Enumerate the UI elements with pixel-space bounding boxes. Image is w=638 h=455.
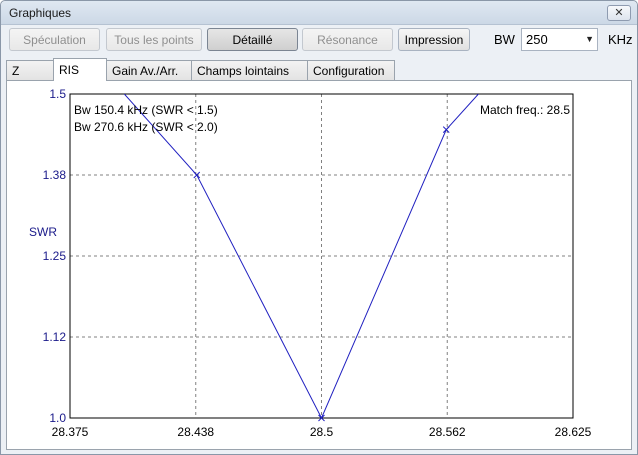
graphiques-window: Graphiques ✕ Spéculation Tous les points… xyxy=(0,0,638,455)
title-bar[interactable]: Graphiques ✕ xyxy=(1,1,637,25)
tab-far-field[interactable]: Champs lointains xyxy=(191,60,308,80)
detailed-button[interactable]: Détaillé xyxy=(207,28,298,51)
print-button[interactable]: Impression xyxy=(398,28,470,51)
close-icon: ✕ xyxy=(614,6,624,19)
tab-configuration[interactable]: Configuration xyxy=(307,60,395,80)
resonance-button[interactable]: Résonance xyxy=(302,28,393,51)
bw-annotation-2: Bw 270.6 kHz (SWR < 2.0) xyxy=(74,120,218,134)
x-tick-label: 28.562 xyxy=(429,425,466,439)
x-tick-label: 28.5 xyxy=(310,425,334,439)
x-tick-label: 28.625 xyxy=(555,425,592,439)
all-points-button[interactable]: Tous les points xyxy=(106,28,202,51)
y-tick-label: 1.25 xyxy=(43,249,67,263)
close-button[interactable]: ✕ xyxy=(607,5,631,21)
y-axis-label: SWR xyxy=(29,225,57,239)
dropdown-arrow-icon: ▼ xyxy=(585,34,594,44)
bw-label: BW xyxy=(494,32,515,47)
tab-z[interactable]: Z xyxy=(6,60,54,80)
tab-strip: Z RIS Gain Av./Arr. Champs lointains Con… xyxy=(6,58,636,81)
y-tick-label: 1.0 xyxy=(49,411,66,425)
x-tick-label: 28.438 xyxy=(177,425,214,439)
bw-select[interactable]: 250 ▼ xyxy=(521,28,598,51)
ris-panel: 28.375 28.438 28.5 28.562 28.625 1.5 1.38 1.25 1… xyxy=(6,80,632,450)
tab-gain[interactable]: Gain Av./Arr. xyxy=(106,60,192,80)
bw-annotation-1: Bw 150.4 kHz (SWR < 1.5) xyxy=(74,103,218,117)
tab-ris[interactable]: RIS xyxy=(53,58,107,81)
bw-unit-label: KHz xyxy=(608,32,633,47)
x-tick-label: 28.375 xyxy=(52,425,89,439)
speculation-button[interactable]: Spéculation xyxy=(9,28,100,51)
swr-chart: 28.375 28.438 28.5 28.562 28.625 1.5 1.38 1.25 1… xyxy=(29,87,592,439)
bw-value: 250 xyxy=(526,32,548,47)
y-tick-label: 1.5 xyxy=(49,87,66,101)
data-point-marker xyxy=(442,126,450,133)
window-title: Graphiques xyxy=(9,6,72,20)
match-freq-annotation: Match freq.: 28.5 xyxy=(480,103,570,117)
y-tick-label: 1.12 xyxy=(43,330,67,344)
toolbar: Spéculation Tous les points Détaillé Rés… xyxy=(1,27,637,55)
y-tick-label: 1.38 xyxy=(43,168,67,182)
